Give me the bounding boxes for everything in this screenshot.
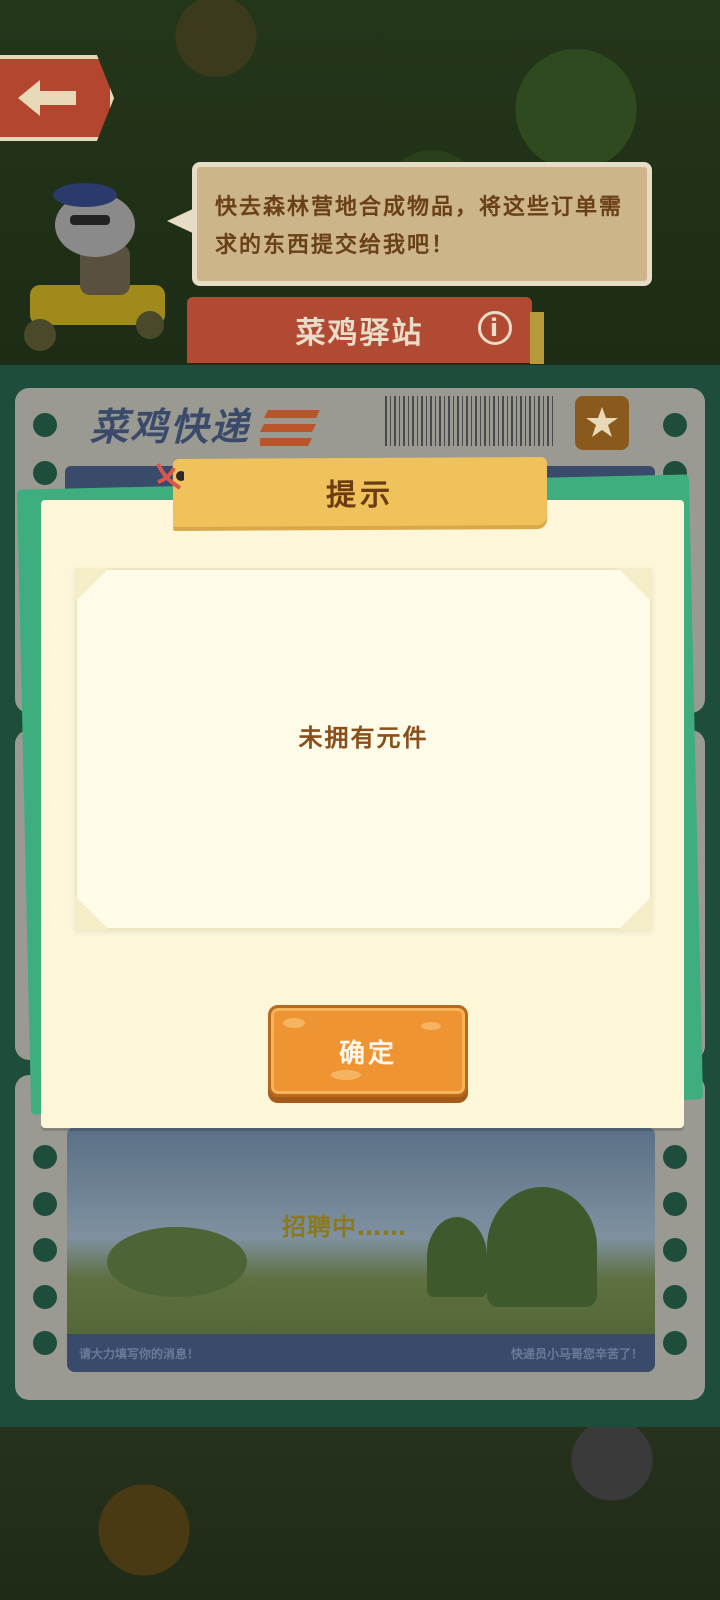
button-texture (421, 1022, 441, 1030)
recruit-text: 招聘中…… (282, 1213, 407, 1241)
back-arrow-icon (18, 80, 76, 116)
ribbon-icon (156, 463, 184, 490)
ticket-hole (663, 1238, 687, 1262)
station-title: 菜鸡驿站 (295, 316, 424, 351)
ticket-hole (663, 1285, 687, 1309)
game-world-background-bottom (0, 1425, 720, 1600)
speech-text: 快去森林营地合成物品，将这些订单需求的东西提交给我吧！ (215, 195, 624, 258)
speed-lines-icon (260, 410, 320, 446)
footer-left-text: 请大力填写你的消息！ (79, 1346, 200, 1361)
ticket-hole (663, 413, 687, 437)
card-corner (75, 896, 109, 930)
speech-bubble: 快去森林营地合成物品，将这些订单需求的东西提交给我吧！ (167, 162, 652, 286)
dialog-message: 未拥有元件 (298, 724, 429, 752)
card-corner (75, 568, 109, 602)
ticket-hole (33, 1238, 57, 1262)
ticket-hole (33, 1331, 57, 1355)
info-symbol: i (489, 314, 501, 342)
card-corner (618, 896, 652, 930)
ticket-hole (33, 413, 57, 437)
bush (107, 1227, 247, 1297)
mascot-character (24, 183, 165, 351)
ticket-hole (33, 1145, 57, 1169)
ticket-hole (33, 1285, 57, 1309)
ticket-hole (663, 1192, 687, 1216)
tree (487, 1187, 597, 1307)
confirm-button[interactable]: 确定 (268, 1005, 468, 1097)
express-logo: 菜鸡快递 (90, 405, 251, 449)
ticket-hole (33, 461, 57, 485)
back-button[interactable] (0, 55, 114, 141)
info-icon[interactable]: i (478, 311, 512, 345)
star-button[interactable] (575, 396, 629, 450)
star-icon (586, 407, 618, 437)
barcode (385, 396, 555, 446)
footer-right-text: 快递员小马哥您辛苦了！ (510, 1346, 643, 1361)
dialog-title-tab: 提示 (172, 457, 548, 527)
ticket-hole (663, 1331, 687, 1355)
recruit-scene: 招聘中…… 请大力填写你的消息！ 快递员小马哥您辛苦了！ (67, 1127, 655, 1372)
card-corner (618, 568, 652, 602)
button-texture (283, 1018, 305, 1028)
ticket-hole (33, 1192, 57, 1216)
tree (427, 1217, 487, 1297)
station-title-tab: 菜鸡驿站 i (187, 297, 544, 364)
confirm-label: 确定 (338, 1038, 397, 1069)
dialog-title: 提示 (325, 477, 395, 514)
ticket-hole (663, 1145, 687, 1169)
button-texture (331, 1070, 361, 1080)
recruit-footer: 请大力填写你的消息！ 快递员小马哥您辛苦了！ (67, 1334, 655, 1372)
